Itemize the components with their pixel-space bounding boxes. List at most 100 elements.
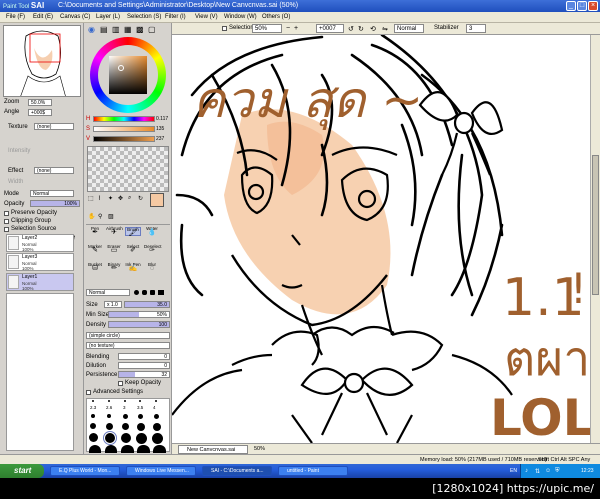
tool-water[interactable]: Water 💧 — [144, 226, 160, 236]
messenger-icon[interactable]: ☺ — [545, 468, 551, 474]
menu-layer[interactable]: Layer (L) — [96, 14, 120, 20]
menu-file[interactable]: File (F) — [6, 14, 25, 20]
opacity-slider[interactable]: 100% — [30, 200, 80, 207]
minimize-button[interactable]: _ — [566, 1, 576, 11]
size-preset[interactable]: 3.5 — [137, 405, 143, 410]
zoom-out-icon[interactable]: − — [286, 25, 290, 32]
maximize-button[interactable]: □ — [577, 1, 587, 11]
hue-slider[interactable] — [93, 116, 155, 122]
scratchpad-icon[interactable]: ▢ — [148, 25, 156, 34]
layer-row-layer1[interactable]: Layer1 Normal 100% — [6, 273, 74, 291]
blending-slider[interactable]: 0 — [118, 353, 170, 360]
tool-deselect[interactable]: Deselect ✑ — [144, 244, 162, 254]
rgb-slider-icon[interactable]: ▤ — [100, 25, 108, 34]
color-wheel-icon[interactable]: ◉ — [88, 25, 95, 34]
brush-tip-shapes[interactable] — [132, 289, 170, 296]
swatches-icon[interactable]: ▩ — [136, 25, 144, 34]
close-button[interactable]: × — [588, 1, 598, 11]
value-slider[interactable] — [93, 136, 155, 142]
select-icon[interactable]: ⬚ — [88, 195, 94, 202]
zoom-field[interactable]: 50.0% — [28, 99, 52, 106]
layer-row-layer3[interactable]: Layer3 Normal 100% — [6, 253, 74, 271]
lasso-icon[interactable]: ⌇ — [98, 195, 101, 202]
tool-brush[interactable]: Brush 🖌 — [125, 227, 141, 237]
zoom-icon[interactable]: ⌕ — [128, 195, 131, 202]
tool-binary[interactable]: Binary ✏ — [106, 262, 122, 272]
flip-icon[interactable]: ⇋ — [382, 25, 388, 33]
reset-rotation-icon[interactable]: ⟲ — [370, 25, 376, 33]
blend-mode-select[interactable]: Normal — [86, 289, 130, 296]
tool-ink-pen[interactable]: Ink Pen ✍ — [125, 262, 141, 272]
tool-marker[interactable]: Marker ✎ — [87, 244, 103, 254]
mode-select[interactable]: Normal — [30, 190, 74, 197]
tool-blur[interactable]: Blur ◌ — [144, 262, 160, 272]
keep-opacity-checkbox[interactable] — [118, 381, 123, 386]
selection-visible-checkbox[interactable] — [222, 26, 227, 31]
color-mixer-icon[interactable]: ▦ — [124, 25, 132, 34]
rotate-icon[interactable]: ↻ — [138, 195, 143, 202]
menu-window[interactable]: Window (W) — [224, 14, 257, 20]
navigator-preview[interactable] — [3, 25, 81, 97]
start-button[interactable]: start — [0, 464, 44, 478]
current-color-swatch[interactable] — [150, 193, 164, 207]
move-icon[interactable]: ✥ — [118, 195, 123, 202]
tool-pen[interactable]: Pen ✒ — [87, 226, 103, 236]
menu-canvas[interactable]: Canvas (C) — [60, 14, 90, 20]
persistence-slider[interactable]: 32 — [118, 371, 170, 378]
tool-eraser[interactable]: Eraser ▭ — [106, 244, 122, 254]
size-multiplier[interactable]: x 1.0 — [104, 301, 122, 308]
taskbar-item[interactable]: Windows Live Messen... — [126, 466, 196, 476]
zoom-in-icon[interactable]: + — [294, 25, 298, 32]
min-size-slider[interactable]: 50% — [108, 311, 170, 318]
menu-selection[interactable]: Selection (S) — [127, 14, 161, 20]
effect-select[interactable]: (none) — [34, 167, 74, 174]
taskbar-item[interactable]: E.Q Plus World - Mon... — [50, 466, 120, 476]
menu-filter[interactable]: Filter (I) — [165, 14, 186, 20]
preserve-opacity-checkbox[interactable] — [4, 211, 9, 216]
hsv-slider-icon[interactable]: ▥ — [112, 25, 120, 34]
eyedropper-icon[interactable]: ⚲ — [98, 213, 102, 220]
hue-ring[interactable] — [90, 37, 166, 113]
volume-icon[interactable]: ♪ — [525, 468, 528, 474]
texture-select[interactable]: (none) — [34, 123, 74, 130]
document-tab[interactable]: New Canvcnvas.sai — [178, 445, 248, 454]
color-swatches[interactable] — [87, 146, 169, 192]
tool-airbrush[interactable]: Airbrush ✈ — [106, 226, 123, 236]
tool-select[interactable]: Select ✐ — [125, 244, 141, 254]
size-preset[interactable]: 4 — [153, 405, 156, 410]
advanced-settings-checkbox[interactable] — [86, 390, 91, 395]
taskbar-item[interactable]: untitled - Paint — [278, 466, 348, 476]
scrollbar-thumb[interactable] — [592, 155, 599, 295]
brush-texture-select[interactable]: (no texture) — [86, 342, 170, 349]
size-slider[interactable]: 35.0 — [124, 301, 170, 308]
security-icon[interactable]: ⛨ — [555, 468, 560, 475]
network-icon[interactable]: ⇅ — [535, 468, 540, 475]
menu-edit[interactable]: Edit (E) — [33, 14, 53, 20]
stabilizer-select[interactable]: 3 — [466, 24, 486, 33]
brush-size-presets[interactable]: 2.3 2.6 3 3.5 4 — [86, 398, 170, 453]
size-preset[interactable]: 2.6 — [106, 405, 112, 410]
density-slider[interactable]: 100 — [108, 321, 170, 328]
blend-normal-select[interactable]: Normal — [394, 24, 424, 33]
hand-icon[interactable]: ✋ — [88, 213, 95, 220]
saturation-slider[interactable] — [93, 126, 155, 132]
canvas-vertical-scrollbar[interactable] — [590, 35, 600, 443]
layer-row-layer2[interactable]: Layer2 Normal 100% — [6, 234, 74, 252]
zoom-select[interactable]: 50% — [252, 24, 282, 33]
angle-select[interactable]: +0007 — [316, 24, 344, 33]
menu-view[interactable]: View (V) — [195, 14, 218, 20]
language-indicator[interactable]: EN — [510, 468, 517, 474]
tool-bucket[interactable]: Bucket ⛁ — [87, 262, 103, 272]
taskbar-item-active[interactable]: SAI - C:\Documents a... — [202, 466, 272, 476]
angle-field[interactable]: +000$ — [28, 109, 52, 116]
size-preset[interactable]: 2.3 — [90, 405, 96, 410]
rotate-left-icon[interactable]: ↺ — [348, 25, 354, 33]
size-preset[interactable]: 3 — [123, 405, 126, 410]
transparent-color-icon[interactable]: ▨ — [108, 213, 114, 220]
selection-source-checkbox[interactable] — [4, 227, 9, 232]
brush-shape-select[interactable]: (simple circle) — [86, 332, 170, 339]
clipping-group-checkbox[interactable] — [4, 219, 9, 224]
saturation-value-square[interactable] — [109, 56, 147, 94]
menu-others[interactable]: Others (O) — [262, 14, 290, 20]
dilution-slider[interactable]: 0 — [118, 362, 170, 369]
